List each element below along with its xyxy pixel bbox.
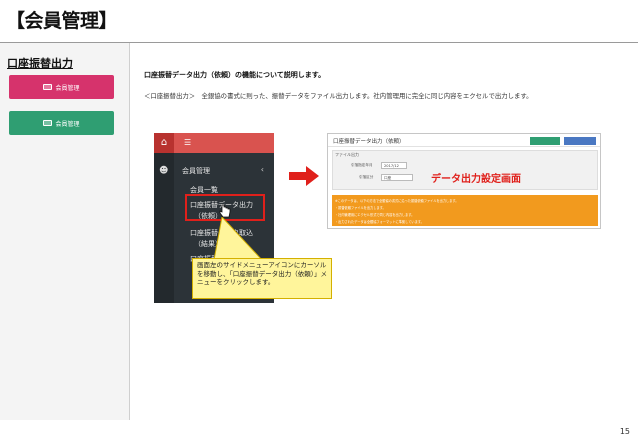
screen-caption: データ出力設定画面 <box>431 174 521 185</box>
arrow-right-icon <box>289 166 319 186</box>
month-input[interactable]: 2017/12 <box>381 162 407 169</box>
note-line: ※このデータは、以下の方法で全銀協の書式に沿った振替依頼ファイルを出力します。 <box>335 199 459 203</box>
page-number: 15 <box>619 427 630 436</box>
side-panel: 口座振替出力 会員管理 会員管理 <box>0 43 130 420</box>
hamburger-icon[interactable]: ☰ <box>184 138 191 147</box>
panel-heading: 口座振替出力 <box>7 57 73 70</box>
button-label: 会員管理 <box>55 84 80 92</box>
member-management-button-green[interactable]: 会員管理 <box>9 111 114 135</box>
description-body: ＜口座振替出力＞ 全銀協の書式に則った、振替データをファイル出力します。社内管理… <box>144 92 533 100</box>
form-title: 口座振替データ出力（依頼） <box>333 139 405 145</box>
description-title: 口座振替データ出力（依頼）の機能について説明します。 <box>144 71 326 79</box>
users-icon[interactable]: ☻ <box>159 166 168 176</box>
form-section-heading: ファイル出力 <box>335 152 359 157</box>
note-line: ・社内管理用にエクセル形式で同じ内容を出力します。 <box>335 213 415 217</box>
file-output-button[interactable] <box>564 137 596 145</box>
instructions-note: ※このデータは、以下の方法で全銀協の書式に沿った振替依頼ファイルを出力します。 … <box>332 195 598 226</box>
card-icon <box>43 120 53 126</box>
chevron-left-icon: ‹ <box>260 165 264 174</box>
button-label: 会員管理 <box>55 120 80 128</box>
menu-section-title[interactable]: 会員管理 <box>182 166 210 176</box>
note-line: ・振替依頼ファイルを出力します。 <box>335 206 386 210</box>
sidebar-icon-rail: ☻ <box>154 153 174 303</box>
excel-output-button[interactable] <box>530 137 560 145</box>
member-management-button-pink[interactable]: 会員管理 <box>9 75 114 99</box>
note-line: ・出力されたデータは全銀協フォーマットに準拠しています。 <box>335 220 424 224</box>
sidebar-topbar: ⌂ ☰ <box>154 133 274 153</box>
slide-title: 【会員管理】 <box>6 10 118 32</box>
field-label-type: 引落区分 <box>359 175 374 179</box>
field-label-month: 引落指定年月 <box>351 163 373 167</box>
form-header: 口座振替データ出力（依頼） <box>328 134 600 147</box>
instruction-callout: 画面左のサイドメニューアイコンにカーソルを移動し、「口座振替データ出力（依頼）」… <box>192 258 332 299</box>
card-icon <box>43 84 53 90</box>
output-form-screenshot: 口座振替データ出力（依頼） ファイル出力 引落指定年月 2017/12 引落区分… <box>327 133 601 229</box>
hand-cursor-icon <box>219 204 231 218</box>
home-icon[interactable]: ⌂ <box>154 133 174 153</box>
type-select[interactable]: 口座 <box>381 174 413 181</box>
callout-pointer <box>213 217 262 260</box>
